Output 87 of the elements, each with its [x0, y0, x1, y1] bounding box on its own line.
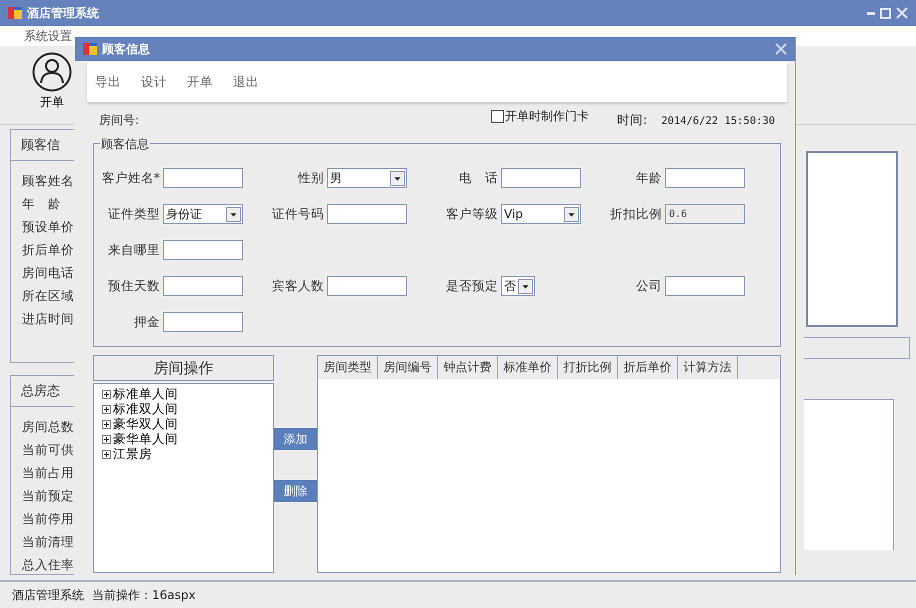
dropdown[interactable]: 否: [501, 276, 535, 296]
dropdown[interactable]: Vip: [501, 204, 581, 224]
time-value: 2014/6/22 15:50:30: [661, 114, 775, 126]
toolbar-button[interactable]: 开单: [187, 74, 213, 90]
maximize-icon[interactable]: [880, 8, 891, 18]
field-label: 当前可供: [22, 441, 74, 459]
expand-icon[interactable]: [102, 405, 111, 414]
field-label: 证件类型: [107, 206, 160, 222]
field-label: 宾客人数: [271, 278, 324, 294]
tree-title: 房间操作: [93, 355, 274, 381]
column-header[interactable]: 打折比例: [558, 356, 618, 379]
text-field[interactable]: [327, 204, 407, 224]
checkbox[interactable]: [490, 110, 504, 123]
field-label: 年 龄: [22, 195, 62, 213]
field-label: 预住天数: [107, 278, 160, 294]
field-label: 是否预定: [445, 278, 498, 294]
status-app-name: 酒店管理系统: [12, 586, 84, 604]
field-label: 房间电话: [22, 264, 74, 282]
field-label: 当前清理: [22, 533, 74, 551]
field-label: 押金: [133, 314, 160, 330]
make-card-checkbox[interactable]: 开单时制作门卡: [490, 108, 589, 125]
column-header[interactable]: 房间编号: [378, 356, 438, 379]
tree-item[interactable]: 标准双人间: [102, 402, 273, 417]
discount-field[interactable]: 0.6: [665, 204, 745, 224]
field-label: 客户姓名*: [100, 170, 160, 186]
field-label: 当前占用: [22, 464, 74, 482]
tree-item[interactable]: 豪华单人间: [102, 432, 273, 447]
tree-item[interactable]: 豪华双人间: [102, 417, 273, 432]
text-field[interactable]: [163, 168, 243, 188]
field-label: 公司: [635, 278, 662, 294]
time-label: 时间:: [616, 112, 648, 129]
field-label: 当前预定: [22, 487, 74, 505]
text-field[interactable]: [665, 276, 745, 296]
field-label: 顾客姓名: [22, 172, 74, 190]
room-number-label: 房间号:: [99, 112, 140, 129]
field-label: 性别: [296, 170, 324, 186]
open-order-button[interactable]: 开单: [32, 52, 72, 111]
user-icon: [32, 52, 72, 92]
column-header[interactable]: 计算方法: [678, 356, 738, 379]
close-icon[interactable]: [775, 43, 787, 55]
panel-title: 顾客信: [11, 130, 74, 161]
field-label: 进店时间: [22, 310, 74, 328]
dialog-title: 顾客信息: [102, 40, 151, 58]
panel-title: 总房态: [11, 376, 74, 407]
action-button[interactable]: 添加: [274, 428, 317, 450]
minimize-icon[interactable]: [867, 12, 875, 14]
field-label: 总入住率: [22, 556, 74, 574]
expand-icon[interactable]: [102, 435, 111, 444]
field-label: 房间总数: [22, 418, 74, 436]
expand-icon[interactable]: [102, 390, 111, 399]
text-field[interactable]: [163, 276, 243, 296]
text-field[interactable]: [163, 312, 243, 332]
dropdown[interactable]: 男: [327, 168, 407, 188]
app-icon: [8, 7, 22, 19]
text-field[interactable]: [665, 168, 745, 188]
field-label: 证件号码: [271, 206, 324, 222]
column-header[interactable]: 房间类型: [318, 356, 378, 379]
toolbar-button[interactable]: 导出: [95, 74, 121, 90]
toolbar-button[interactable]: 设计: [141, 74, 167, 90]
field-label: 所在区域: [22, 287, 74, 305]
status-operation: 当前操作：16aspx: [92, 586, 196, 604]
expand-icon[interactable]: [102, 420, 111, 429]
field-label: 折扣比例: [609, 206, 662, 222]
text-field[interactable]: [163, 240, 243, 260]
field-label: 折后单价: [22, 241, 74, 259]
dropdown[interactable]: 身份证: [163, 204, 243, 224]
action-button[interactable]: 删除: [274, 480, 317, 502]
field-label: 当前停用: [22, 510, 74, 528]
tree-item[interactable]: 江景房: [102, 447, 273, 462]
field-label: 电 话: [458, 170, 498, 186]
menu-item[interactable]: 系统设置: [24, 28, 72, 44]
group-title: 顾客信息: [100, 136, 150, 153]
toolbar-button[interactable]: 退出: [233, 74, 259, 90]
field-label: 来自哪里: [107, 242, 160, 258]
window-title: 酒店管理系统: [27, 4, 100, 22]
field-label: 客户等级: [445, 206, 498, 222]
expand-icon[interactable]: [102, 450, 111, 459]
column-header[interactable]: 折后单价: [618, 356, 678, 379]
field-label: 年龄: [635, 170, 662, 186]
text-field[interactable]: [501, 168, 581, 188]
close-icon[interactable]: [896, 7, 908, 19]
text-field[interactable]: [327, 276, 407, 296]
column-header[interactable]: 钟点计费: [438, 356, 498, 379]
column-header[interactable]: 标准单价: [498, 356, 558, 379]
field-label: 预设单价: [22, 218, 74, 236]
tree-item[interactable]: 标准单人间: [102, 387, 273, 402]
app-icon: [83, 43, 97, 55]
